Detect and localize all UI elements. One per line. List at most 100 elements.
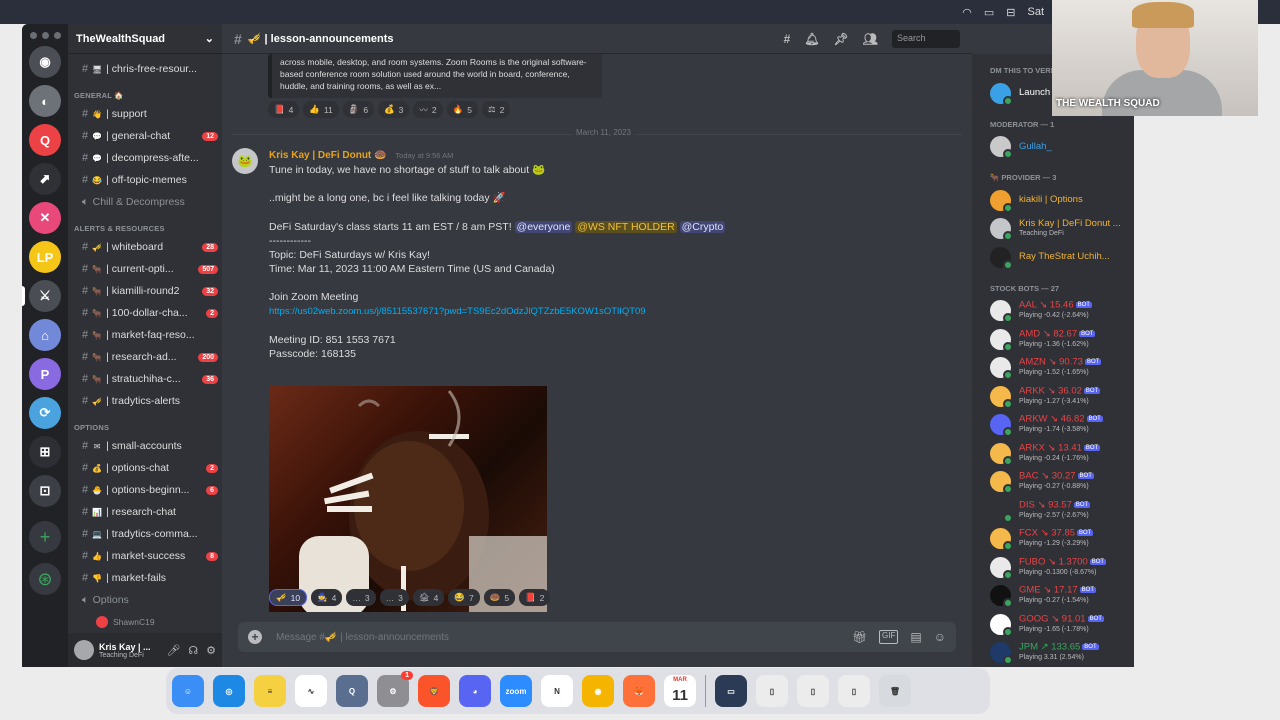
reaction-chip[interactable]: 🍩 5 [483, 589, 516, 606]
reaction-chip[interactable]: 🎺 10 [269, 589, 308, 606]
channel-item[interactable]: # 📊 | research-chat [68, 501, 222, 523]
channel-item[interactable]: # 👎 | market-fails [68, 567, 222, 589]
member-item[interactable]: kiakili | Options [972, 186, 1134, 215]
bot-member[interactable]: FCX ↘ 37.85 BOT Playing -1.29 (-3.29%) [972, 525, 1134, 554]
bot-member[interactable]: ARKW ↘ 46.82 BOT Playing -1.74 (-3.58%) [972, 411, 1134, 440]
voice-channel[interactable]: 🔈︎ Chill & Decompress [68, 191, 222, 213]
dock-app-doc2-icon[interactable]: ▯ [797, 675, 829, 707]
bot-member[interactable]: FUBO ↘ 1.3700 BOT Playing -0.1300 (-8.67%) [972, 553, 1134, 582]
reaction-chip[interactable]: 😂 7 [448, 589, 480, 606]
avatar[interactable]: 🐸 [232, 148, 258, 174]
server-icon[interactable]: P [29, 358, 61, 390]
server-icon[interactable]: ✕ [29, 202, 61, 234]
server-icon[interactable]: ◐ [29, 85, 61, 117]
dock-app-finder-icon[interactable]: ☺ [172, 675, 204, 707]
wifi-icon[interactable]: ◠ [962, 6, 972, 19]
server-icon[interactable]: ⟳ [29, 397, 61, 429]
microphone-icon[interactable]: 🎤︎ [166, 644, 180, 657]
bot-member[interactable]: DIS ↘ 93.57 BOT Playing -2.57 (-2.67%) [972, 496, 1134, 525]
channel-item[interactable]: # 🖥 | chris-free-resour... [68, 58, 222, 80]
bot-member[interactable]: ARKK ↘ 36.02 BOT Playing -1.27 (-3.41%) [972, 382, 1134, 411]
channel-item[interactable]: # 💰 | options-chat 2 [68, 457, 222, 479]
server-icon[interactable]: ⌂ [29, 319, 61, 351]
gif-image[interactable] [269, 386, 547, 612]
bot-member[interactable]: JPM ↗ 133.65 BOT Playing 3.31 (2.54%) [972, 639, 1134, 668]
dock-app-doc3-icon[interactable]: ▯ [838, 675, 870, 707]
member-item[interactable]: Ray TheStrat Uchih... [972, 243, 1134, 272]
channel-item[interactable]: # 🐂 | current-opti... 507 [68, 258, 222, 280]
bot-member[interactable]: AMZN ↘ 90.73 BOT Playing -1.52 (-1.65%) [972, 354, 1134, 383]
channel-item[interactable]: # 🐣 | options-beginn... 6 [68, 479, 222, 501]
gift-icon[interactable]: 🎁︎ [852, 630, 867, 644]
reaction-chip[interactable]: 👍 11 [303, 101, 339, 118]
mention-nft-holder[interactable]: @WS NFT HOLDER [575, 220, 677, 233]
dock-app-notion-icon[interactable]: N [541, 675, 573, 707]
emoji-icon[interactable]: ☺ [934, 630, 946, 644]
server-icon[interactable]: ⊞ [29, 436, 61, 468]
server-icon[interactable]: ⚔ [22, 280, 61, 312]
channel-item[interactable]: # 🎺 | whiteboard 28 [68, 236, 222, 258]
channel-category[interactable]: ALERTS & RESOURCES [68, 213, 222, 236]
message-author[interactable]: Kris Kay | DeFi Donut 🍩 [269, 150, 387, 161]
bot-member[interactable]: AMD ↘ 82.67 BOT Playing -1.36 (-1.62%) [972, 325, 1134, 354]
voice-user[interactable]: ShawnC19 [68, 611, 222, 633]
add-server-icon[interactable]: + [29, 521, 61, 553]
voice-channel[interactable]: 🔈︎ Options [68, 589, 222, 611]
channel-category[interactable]: OPTIONS [68, 412, 222, 435]
reaction-chip[interactable]: … 3 [346, 589, 376, 606]
dock-app-calendar-icon[interactable]: MAR 11 [664, 675, 696, 707]
channel-item[interactable]: # 🎺 | tradytics-alerts [68, 390, 222, 412]
dock-app-chrome-icon[interactable]: ◉ [582, 675, 614, 707]
member-item[interactable]: Gullah_ [972, 133, 1134, 162]
member-item[interactable]: Kris Kay | DeFi Donut ... Teaching DeFi [972, 215, 1134, 244]
channel-item[interactable]: # 🐂 | kiamilli-round2 32 [68, 280, 222, 302]
bot-member[interactable]: GOOG ↘ 91.01 BOT Playing -1.65 (-1.78%) [972, 610, 1134, 639]
guild-header[interactable]: TheWealthSquad ⌄ [68, 24, 222, 54]
server-icon[interactable]: Q [29, 124, 61, 156]
dock-app-freeform-icon[interactable]: ∿ [295, 675, 327, 707]
reaction-chip[interactable]: 🗿 6 [342, 101, 375, 118]
channel-item[interactable]: # 🐂 | 100-dollar-cha... 2 [68, 302, 222, 324]
dock-app-quicktime-icon[interactable]: Q [336, 675, 368, 707]
server-icon[interactable]: LP [29, 241, 61, 273]
explore-servers-icon[interactable]: ⊛ [29, 563, 61, 595]
reaction-chip[interactable]: ⚖ 2 [481, 101, 511, 118]
bell-icon[interactable]: 🔔︎ [804, 32, 819, 46]
dock-app-screen-icon[interactable]: ▭ [715, 675, 747, 707]
reaction-chip[interactable]: 📕 4 [268, 101, 300, 118]
channel-item[interactable]: # ✉ | small-accounts [68, 435, 222, 457]
close-button[interactable] [30, 32, 37, 39]
channel-item[interactable]: # 👍 | market-success 8 [68, 545, 222, 567]
channel-item[interactable]: # 💻 | tradytics-comma... [68, 523, 222, 545]
dock-app-firefox-icon[interactable]: 🦊 [623, 675, 655, 707]
threads-icon[interactable]: # [784, 32, 791, 46]
menubar-clock[interactable]: Sat [1027, 6, 1044, 18]
mention-crypto[interactable]: @Crypto [679, 220, 726, 233]
reaction-chip[interactable]: 🏚 4 [412, 589, 445, 606]
pin-icon[interactable]: 📌︎ [834, 32, 849, 46]
bot-member[interactable]: AAL ↘ 15.46 BOT Playing -0.42 (-2.64%) [972, 297, 1134, 326]
reaction-chip[interactable]: 📕 2 [519, 589, 551, 606]
search-input[interactable]: Search [892, 29, 960, 48]
channel-category[interactable]: GENERAL 🏠 [68, 80, 222, 103]
gear-icon[interactable]: ⚙ [206, 644, 216, 657]
mention-everyone[interactable]: @everyone [514, 220, 573, 233]
dock-app-notes-icon[interactable]: ≡ [254, 675, 286, 707]
reaction-chip[interactable]: 〰 2 [413, 101, 443, 118]
control-center-icon[interactable]: ⊟ [1006, 6, 1015, 19]
zoom-button[interactable] [54, 32, 61, 39]
dock-app-brave-icon[interactable]: 🦁 [418, 675, 450, 707]
server-icon[interactable]: ◉ [29, 46, 61, 78]
channel-item[interactable]: # 😂 | off-topic-memes [68, 169, 222, 191]
reaction-chip[interactable]: … 3 [379, 589, 409, 606]
add-attachment-icon[interactable]: + [248, 630, 262, 644]
dock-app-doc1-icon[interactable]: ▯ [756, 675, 788, 707]
battery-icon[interactable]: ▭ [984, 6, 994, 19]
message-composer[interactable]: + Message #🎺 | lesson-announcements 🎁︎ G… [238, 622, 956, 652]
bot-member[interactable]: ARKX ↘ 13.41 BOT Playing -0.24 (-1.76%) [972, 439, 1134, 468]
dock-app-trash-icon[interactable]: 🗑 [879, 675, 911, 707]
dock-app-discord-icon[interactable]: ◕ [459, 675, 491, 707]
channel-item[interactable]: # 💬 | decompress-afte... [68, 147, 222, 169]
composer-placeholder[interactable]: Message #🎺 | lesson-announcements [276, 632, 449, 643]
channel-item[interactable]: # 💬 | general-chat 12 [68, 125, 222, 147]
